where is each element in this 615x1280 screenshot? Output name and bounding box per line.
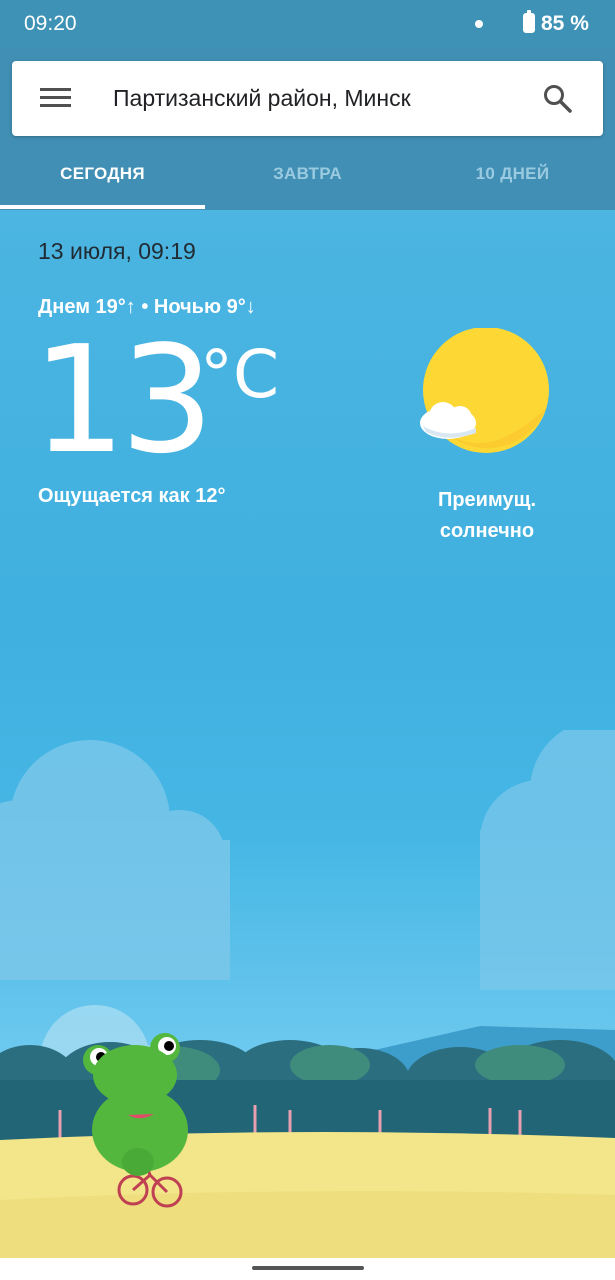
menu-icon[interactable]: [40, 88, 71, 108]
search-icon[interactable]: [542, 83, 574, 115]
condition-line-2: солнечно: [439, 520, 535, 542]
tab-today[interactable]: СЕГОДНЯ: [0, 148, 205, 210]
active-tab-indicator: [0, 205, 205, 209]
day-tabs: СЕГОДНЯ ЗАВТРА 10 ДНЕЙ: [0, 148, 615, 210]
weather-condition: Преимущ. солнечно: [390, 485, 584, 547]
date-time: 13 июля, 09:19: [38, 238, 196, 264]
app-header: Партизанский район, Минск СЕГОДНЯ ЗАВТРА…: [0, 48, 615, 210]
condition-line-1: Преимущ.: [437, 489, 537, 511]
notification-dot-icon: [475, 20, 483, 28]
battery-percentage: 85 %: [541, 12, 589, 35]
temperature-unit: °C: [200, 336, 280, 413]
home-gesture-handle[interactable]: [252, 1266, 364, 1270]
status-bar: 09:20 85 %: [0, 0, 615, 48]
scenery-illustration: [0, 730, 615, 1258]
feels-like-temperature: Ощущается как 12°: [38, 485, 226, 507]
tab-tomorrow[interactable]: ЗАВТРА: [205, 148, 410, 210]
weather-panel: 13 июля, 09:19 Днем 19°↑ • Ночью 9°↓ 13 …: [0, 210, 615, 1258]
location-text[interactable]: Партизанский район, Минск: [113, 85, 411, 112]
tab-10-days[interactable]: 10 ДНЕЙ: [410, 148, 615, 210]
current-temperature: 13: [32, 314, 214, 486]
location-search-bar[interactable]: Партизанский район, Минск: [12, 61, 603, 136]
mostly-sunny-icon: [420, 328, 549, 453]
navigation-bar: [0, 1258, 615, 1280]
cloud-left: [0, 740, 230, 980]
status-time: 09:20: [24, 12, 77, 35]
battery-icon: [523, 10, 535, 33]
cloud-right: [480, 730, 615, 990]
